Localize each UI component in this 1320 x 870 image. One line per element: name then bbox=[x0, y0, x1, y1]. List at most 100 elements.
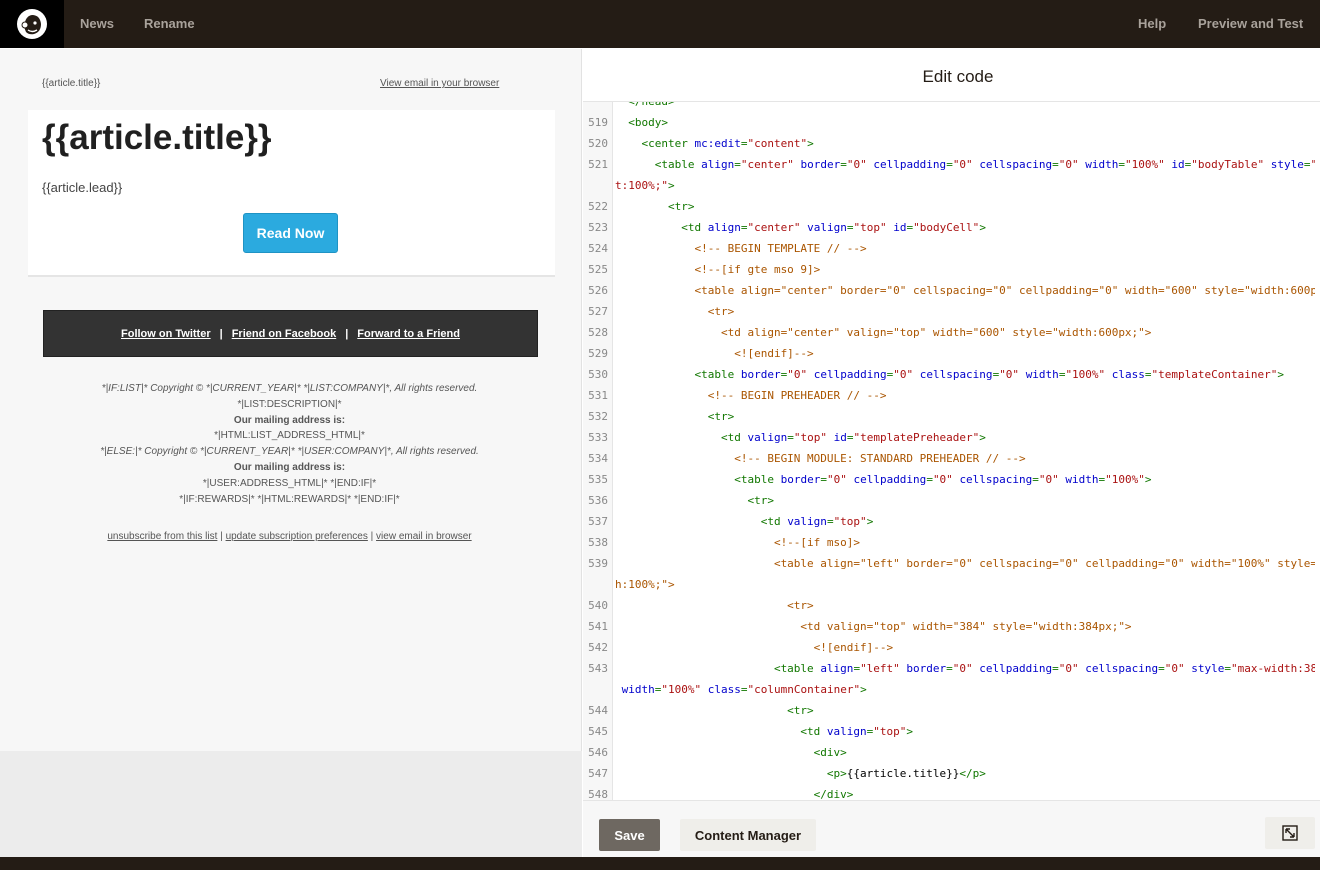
read-now-button[interactable]: Read Now bbox=[243, 213, 338, 253]
code-token: </head> bbox=[615, 101, 675, 108]
line-code: </head> bbox=[615, 101, 1315, 112]
preview-bottom-area bbox=[0, 751, 582, 857]
code-token: <table align="left" border="0" cellspaci… bbox=[615, 557, 1315, 570]
code-token: valign bbox=[807, 221, 847, 234]
code-token: <tr> bbox=[615, 410, 735, 423]
friend-facebook-link[interactable]: Friend on Facebook bbox=[232, 328, 337, 340]
footer-line: *|LIST:DESCRIPTION|* bbox=[237, 398, 342, 410]
code-token: = bbox=[1052, 158, 1059, 171]
line-number: 541 bbox=[588, 620, 608, 633]
nav-news[interactable]: News bbox=[80, 0, 114, 48]
code-token: <!-- BEGIN PREHEADER // --> bbox=[615, 389, 887, 402]
content-manager-button[interactable]: Content Manager bbox=[680, 819, 816, 851]
code-token: <tr> bbox=[615, 599, 814, 612]
freddie-logo-icon[interactable] bbox=[0, 0, 64, 48]
code-token: style bbox=[1191, 662, 1225, 675]
code-token: > bbox=[906, 725, 914, 738]
code-token: > bbox=[860, 683, 867, 696]
article-lead: {{article.lead}} bbox=[42, 180, 123, 195]
code-token: width bbox=[1085, 158, 1119, 171]
code-token: > bbox=[807, 137, 814, 150]
code-token: "bodyTable" bbox=[1191, 158, 1271, 171]
line-number: 534 bbox=[588, 452, 608, 465]
line-code: <tr> bbox=[615, 700, 1315, 721]
code-token: <table bbox=[615, 662, 821, 675]
follow-twitter-link[interactable]: Follow on Twitter bbox=[121, 328, 211, 340]
expand-button[interactable] bbox=[1265, 817, 1315, 849]
footer-line: *|IF:LIST|* Copyright © *|CURRENT_YEAR|*… bbox=[101, 383, 478, 394]
save-button[interactable]: Save bbox=[599, 819, 660, 851]
line-code: <td valign="top" id="templatePreheader"> bbox=[615, 427, 1315, 448]
code-token: <![endif]--> bbox=[615, 347, 814, 360]
code-token: = bbox=[1144, 368, 1152, 381]
line-code: <table align="center" border="0" cellspa… bbox=[615, 280, 1315, 301]
code-token: "0" bbox=[893, 368, 920, 381]
code-token: class bbox=[707, 683, 741, 696]
code-token: <td bbox=[615, 515, 788, 528]
code-token: "heigh bbox=[1311, 158, 1315, 171]
bottom-bar bbox=[0, 857, 1320, 870]
forward-friend-link[interactable]: Forward to a Friend bbox=[357, 328, 460, 340]
code-token: "0" bbox=[1038, 473, 1066, 486]
code-token: "top" bbox=[853, 221, 894, 234]
footer-links: unsubscribe from this list | update subs… bbox=[42, 531, 537, 542]
code-token: "100%" bbox=[1065, 368, 1112, 381]
line-number: 521 bbox=[588, 158, 608, 171]
code-token: "0" bbox=[1058, 662, 1086, 675]
code-token: "0" bbox=[932, 473, 960, 486]
code-editor[interactable]: </head> 519 <body> 520 <center mc:edit="co… bbox=[583, 101, 1320, 801]
line-code: <p>{{article.title}}</p> bbox=[615, 763, 1315, 784]
line-code: <!--[if gte mso 9]> bbox=[615, 259, 1315, 280]
code-editor-panel: Edit code </head> 519 <body> 520 <center m… bbox=[583, 49, 1320, 857]
line-number: 542 bbox=[588, 641, 608, 654]
line-code: <center mc:edit="content"> bbox=[615, 133, 1315, 154]
line-number: 543 bbox=[588, 662, 608, 675]
line-number: 524 bbox=[588, 242, 608, 255]
code-token: = bbox=[787, 431, 794, 444]
line-number: 529 bbox=[588, 347, 608, 360]
code-token: <td bbox=[615, 431, 748, 444]
line-number: 525 bbox=[588, 263, 608, 276]
social-separator: | bbox=[219, 327, 223, 340]
line-number: 546 bbox=[588, 746, 608, 759]
code-token: cellspacing bbox=[919, 368, 993, 381]
code-token: <td align="center" valign="top" width="6… bbox=[615, 326, 1152, 339]
line-number: 544 bbox=[588, 704, 608, 717]
code-token: style bbox=[1270, 158, 1304, 171]
footer-text: *|IF:LIST|* Copyright © *|CURRENT_YEAR|*… bbox=[42, 381, 537, 507]
line-number: 548 bbox=[588, 788, 608, 801]
line-code: t:100%;"> bbox=[615, 175, 1315, 196]
code-token: "0" bbox=[1164, 662, 1192, 675]
unsubscribe-link[interactable]: unsubscribe from this list bbox=[107, 531, 217, 542]
view-in-browser-footer-link[interactable]: view email in browser bbox=[376, 531, 472, 542]
code-token: cellpadding bbox=[873, 158, 947, 171]
update-preferences-link[interactable]: update subscription preferences bbox=[226, 531, 368, 542]
top-bar: News Rename Help Preview and Test▼ bbox=[0, 0, 1320, 79]
code-token: <center bbox=[615, 137, 695, 150]
code-token: valign bbox=[826, 725, 867, 738]
line-number: 533 bbox=[588, 431, 608, 444]
line-code: <![endif]--> bbox=[615, 343, 1315, 364]
code-token: = bbox=[820, 473, 827, 486]
article-title: {{article.title}} bbox=[42, 118, 272, 157]
code-token: = bbox=[734, 158, 741, 171]
code-token: "0" bbox=[846, 158, 874, 171]
nav-preview-and-test[interactable]: Preview and Test▼ bbox=[1198, 0, 1320, 79]
code-token: id bbox=[833, 431, 847, 444]
code-token: = bbox=[926, 473, 933, 486]
code-token: = bbox=[840, 158, 847, 171]
code-token: <table bbox=[615, 158, 702, 171]
line-number: 537 bbox=[588, 515, 608, 528]
nav-help[interactable]: Help bbox=[1138, 0, 1166, 48]
editor-title: Edit code bbox=[922, 67, 994, 86]
code-token: <table align="center" border="0" cellspa… bbox=[615, 284, 1315, 297]
email-preview: {{article.title}} View email in your bro… bbox=[0, 49, 582, 857]
nav-rename[interactable]: Rename bbox=[144, 0, 195, 48]
line-code: <![endif]--> bbox=[615, 637, 1315, 658]
content-card: {{article.title}} {{article.lead}} Read … bbox=[28, 110, 555, 277]
line-number: 535 bbox=[588, 473, 608, 486]
code-token: = bbox=[826, 515, 834, 528]
code-token: "content" bbox=[747, 137, 808, 150]
view-in-browser-link[interactable]: View email in your browser bbox=[380, 78, 499, 89]
footer-line: *|ELSE:|* Copyright © *|CURRENT_YEAR|* *… bbox=[100, 446, 479, 458]
